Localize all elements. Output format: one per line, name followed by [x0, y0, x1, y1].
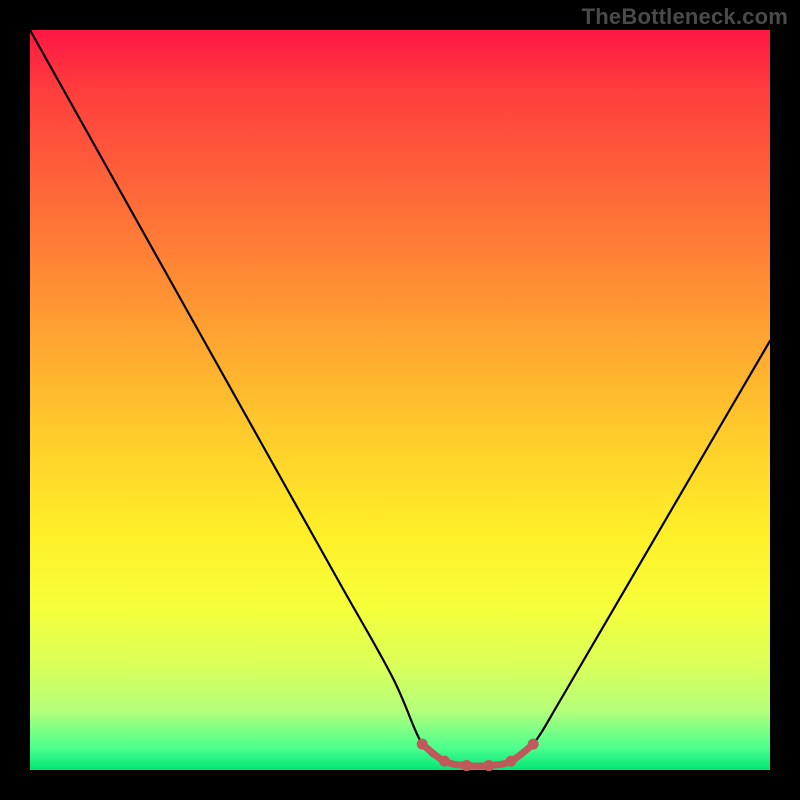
valley-dot [528, 739, 539, 750]
valley-floor-segment [422, 744, 533, 766]
bottleneck-curve [30, 30, 770, 766]
chart-frame: TheBottleneck.com [0, 0, 800, 800]
valley-dot [483, 760, 494, 771]
valley-dot [439, 756, 450, 767]
valley-dot [461, 760, 472, 771]
plot-area [30, 30, 770, 770]
valley-dot [506, 756, 517, 767]
curve-svg [30, 30, 770, 770]
valley-dot [417, 739, 428, 750]
watermark-text: TheBottleneck.com [582, 4, 788, 30]
